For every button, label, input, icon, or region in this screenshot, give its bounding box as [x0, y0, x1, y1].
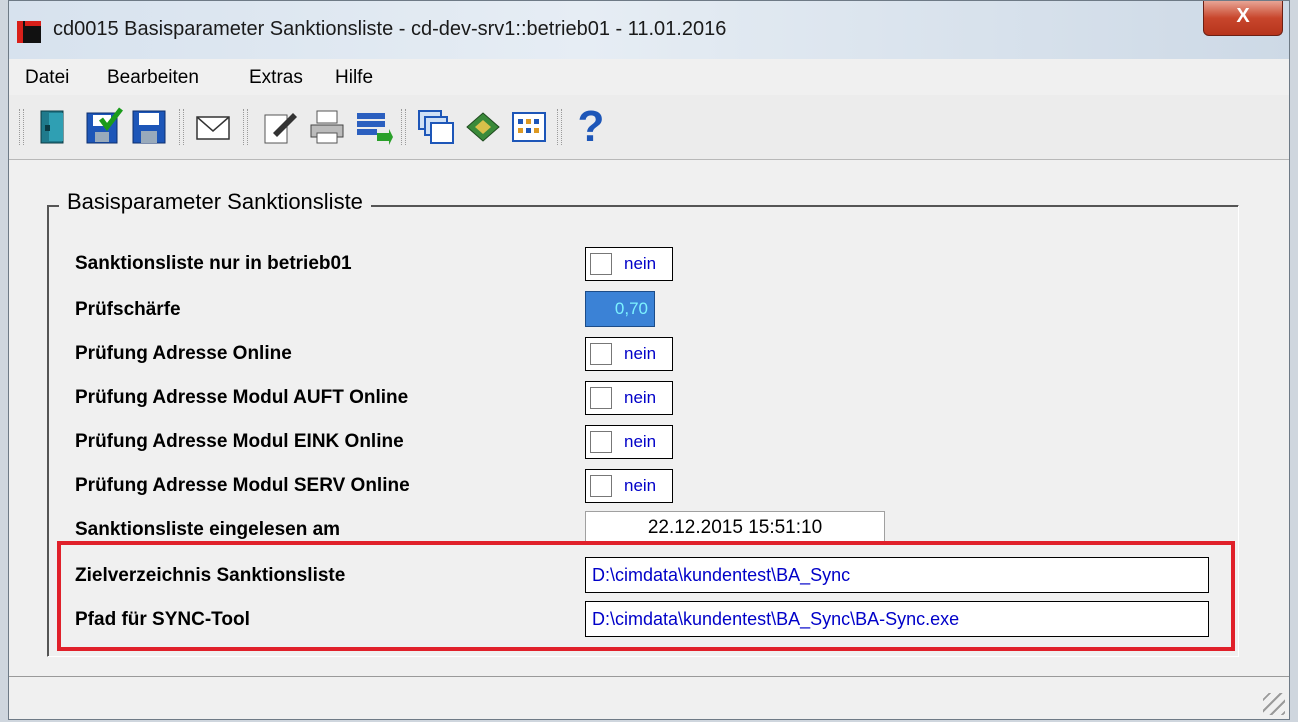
checkbox-value: nein: [624, 254, 657, 273]
menu-bar: Datei Bearbeiten Extras Hilfe: [9, 59, 1289, 96]
save-icon[interactable]: [129, 107, 169, 147]
checkbox-box[interactable]: [590, 431, 612, 453]
toolbar: ?: [9, 95, 1289, 160]
group-title: Basisparameter Sanktionsliste: [59, 189, 371, 215]
grid-icon[interactable]: [509, 107, 549, 147]
label-eingelesen-am: Sanktionsliste eingelesen am: [75, 519, 341, 540]
checkbox-box[interactable]: [590, 387, 612, 409]
label-pruefung-auft: Prüfung Adresse Modul AUFT Online: [75, 387, 409, 408]
label-pruefung-adresse-online: Prüfung Adresse Online: [75, 343, 292, 364]
windows-icon[interactable]: [415, 107, 455, 147]
checkbox-value: nein: [624, 388, 657, 407]
checkbox-box[interactable]: [590, 343, 612, 365]
menu-extras[interactable]: Extras: [249, 67, 303, 89]
app-icon: [17, 21, 41, 43]
sync-tool-path-input[interactable]: D:\cimdata\kundentest\BA_Sync\BA-Sync.ex…: [585, 601, 1209, 637]
toolbar-separator: [179, 109, 184, 145]
close-button[interactable]: X: [1203, 1, 1283, 36]
checkbox-value: nein: [624, 476, 657, 495]
label-pruefung-serv: Prüfung Adresse Modul SERV Online: [75, 475, 410, 496]
mail-icon[interactable]: [193, 107, 233, 147]
toolbar-grip[interactable]: [19, 109, 24, 145]
checkbox-pruefung-adresse-online[interactable]: nein: [585, 337, 673, 371]
checkbox-value: nein: [624, 432, 657, 451]
checkbox-box[interactable]: [590, 253, 612, 275]
eingelesen-am-field: 22.12.2015 15:51:10: [585, 511, 885, 545]
help-icon[interactable]: ?: [571, 105, 611, 149]
checkbox-box[interactable]: [590, 475, 612, 497]
checkbox-pruefung-auft[interactable]: nein: [585, 381, 673, 415]
label-sync-tool: Pfad für SYNC-Tool: [75, 609, 250, 630]
exit-icon[interactable]: [35, 107, 75, 147]
label-sanktionsliste-betrieb: Sanktionsliste nur in betrieb01: [75, 253, 352, 274]
edit-doc-icon[interactable]: [259, 107, 299, 147]
print-icon[interactable]: [307, 107, 347, 147]
checkbox-pruefung-eink[interactable]: nein: [585, 425, 673, 459]
toolbar-separator: [243, 109, 248, 145]
main-content: Basisparameter Sanktionsliste Sanktionsl…: [19, 161, 1279, 673]
toolbar-separator: [557, 109, 562, 145]
label-pruefschaerfe: Prüfschärfe: [75, 299, 181, 320]
export-icon[interactable]: [353, 107, 393, 147]
menu-datei[interactable]: Datei: [25, 67, 69, 89]
toolbar-separator: [401, 109, 406, 145]
checkbox-sanktionsliste-betrieb[interactable]: nein: [585, 247, 673, 281]
pruefschaerfe-field[interactable]: 0,70: [585, 291, 655, 327]
status-bar: [9, 676, 1289, 719]
book-icon[interactable]: [463, 107, 503, 147]
menu-hilfe[interactable]: Hilfe: [335, 67, 373, 89]
checkbox-pruefung-serv[interactable]: nein: [585, 469, 673, 503]
label-zielverzeichnis: Zielverzeichnis Sanktionsliste: [75, 565, 346, 586]
menu-bearbeiten[interactable]: Bearbeiten: [107, 67, 199, 89]
zielverzeichnis-input[interactable]: D:\cimdata\kundentest\BA_Sync: [585, 557, 1209, 593]
title-bar[interactable]: cd0015 Basisparameter Sanktionsliste - c…: [9, 1, 1289, 60]
window-title: cd0015 Basisparameter Sanktionsliste - c…: [53, 18, 727, 40]
save-check-icon[interactable]: [83, 107, 123, 147]
resize-grip-icon[interactable]: [1263, 693, 1285, 715]
checkbox-value: nein: [624, 344, 657, 363]
label-pruefung-eink: Prüfung Adresse Modul EINK Online: [75, 431, 404, 452]
application-window: cd0015 Basisparameter Sanktionsliste - c…: [8, 0, 1290, 720]
